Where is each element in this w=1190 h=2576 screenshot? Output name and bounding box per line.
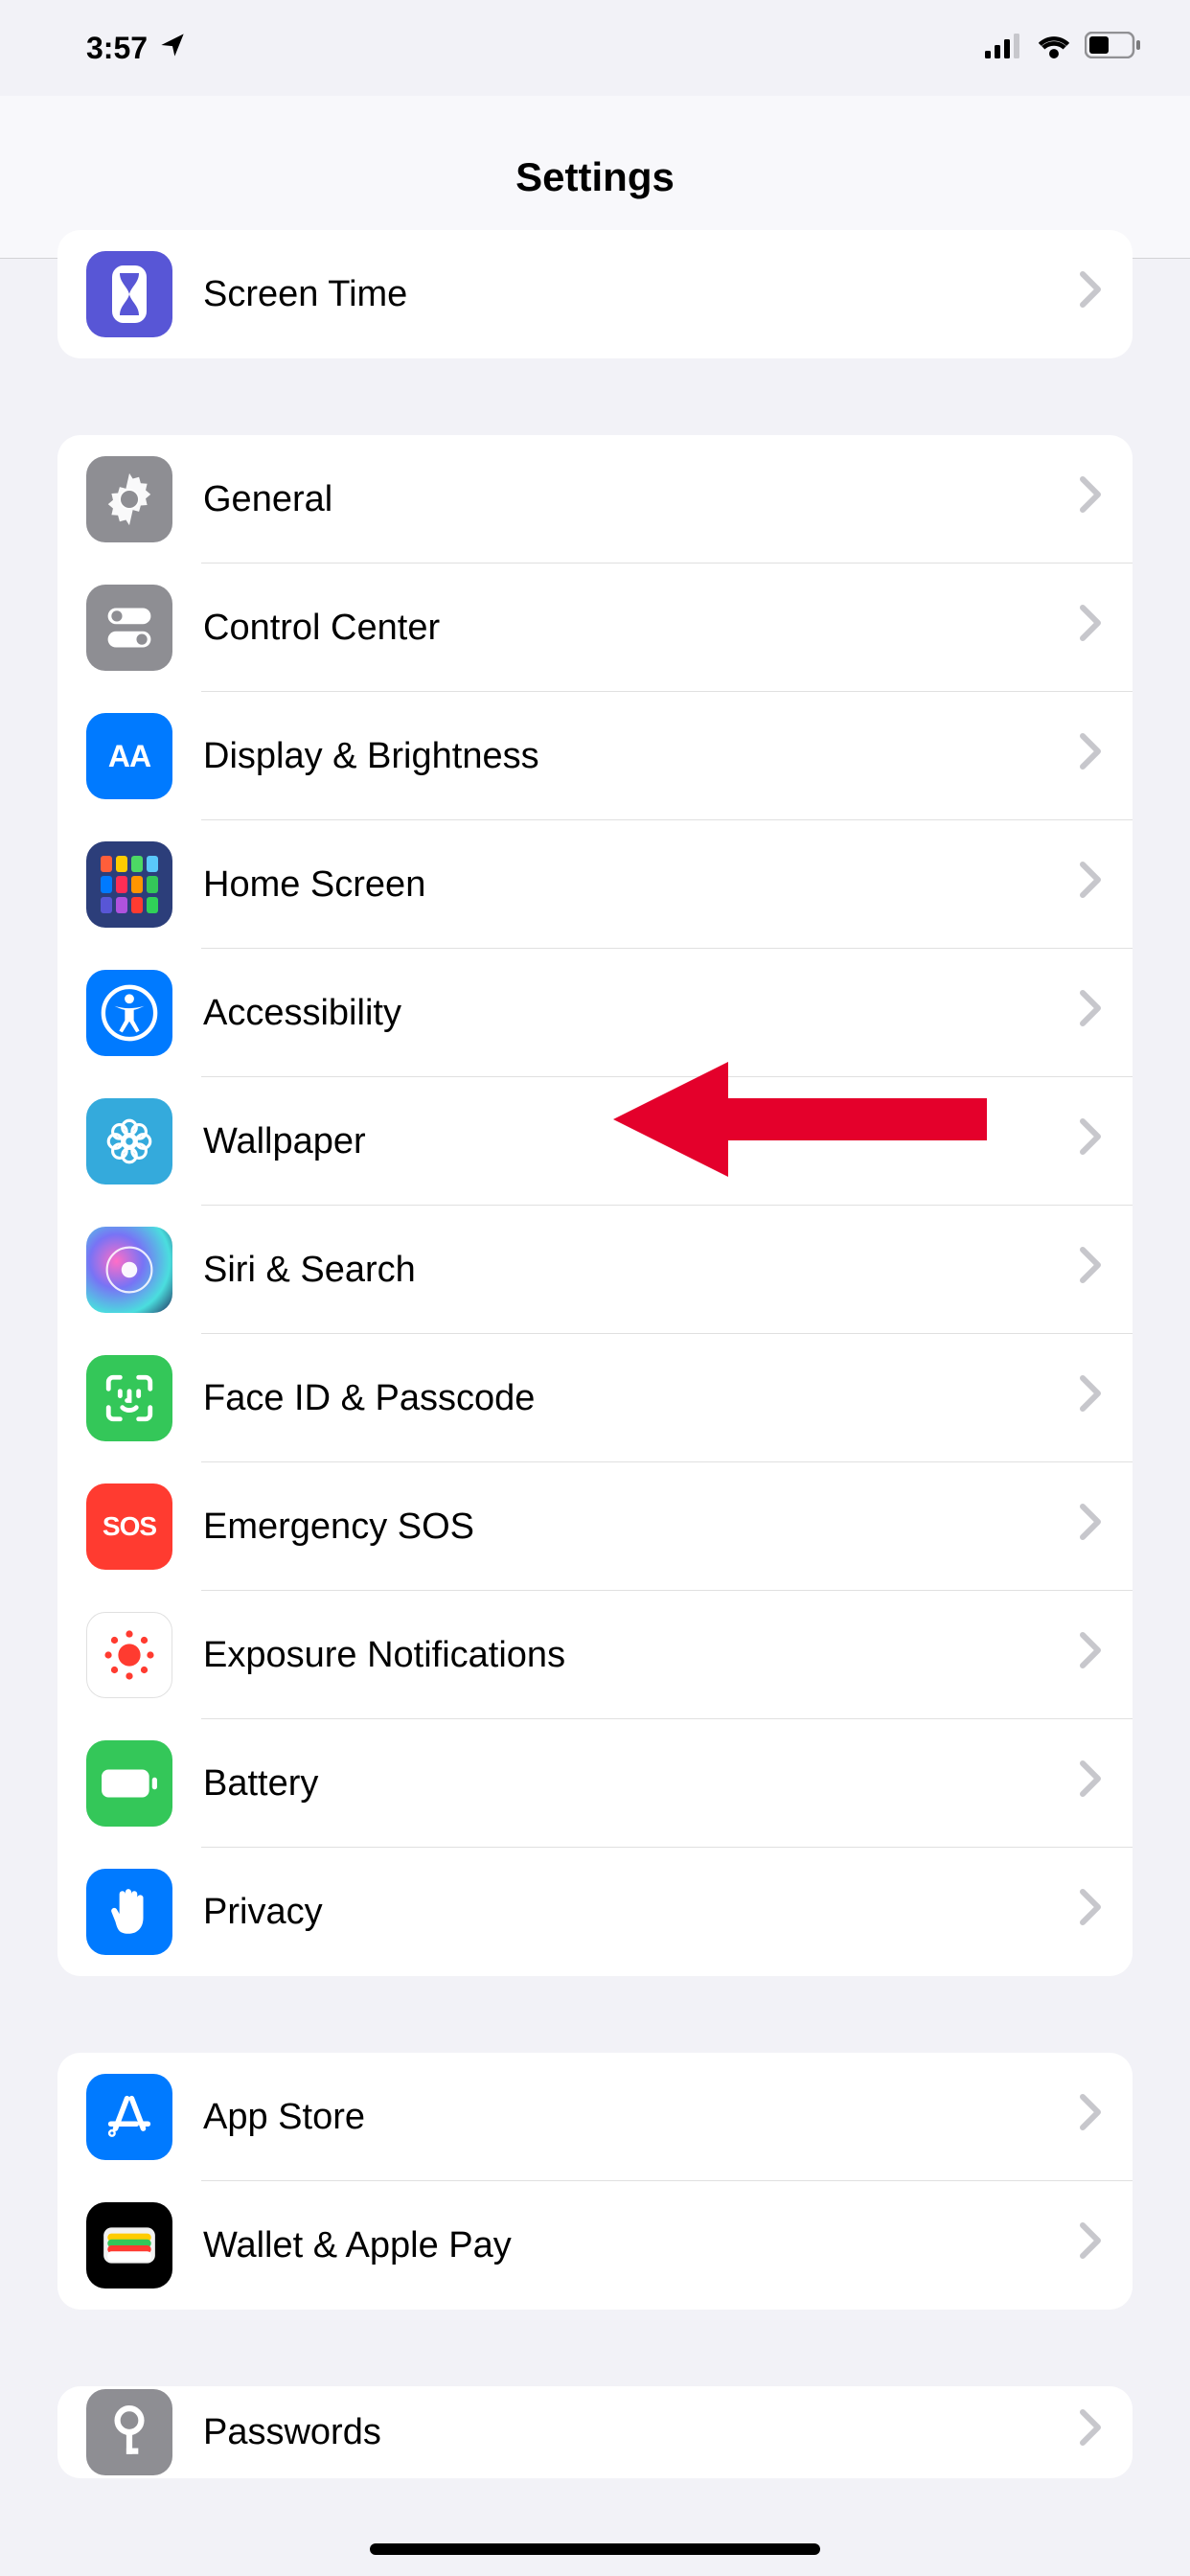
chevron-right-icon [1079, 861, 1102, 908]
settings-content[interactable]: Screen Time General Control Center [0, 230, 1190, 2478]
chevron-right-icon [1079, 1631, 1102, 1679]
row-wallet-apple-pay[interactable]: Wallet & Apple Pay [57, 2181, 1133, 2310]
chevron-right-icon [1079, 989, 1102, 1037]
wallet-icon [86, 2202, 172, 2288]
switches-icon [86, 585, 172, 671]
app-grid-icon [86, 841, 172, 928]
chevron-right-icon [1079, 732, 1102, 780]
row-label: Siri & Search [203, 1250, 1079, 1291]
gear-icon [86, 456, 172, 542]
chevron-right-icon [1079, 475, 1102, 523]
faceid-icon [86, 1355, 172, 1441]
row-label: Control Center [203, 608, 1079, 649]
wifi-icon [1037, 31, 1071, 66]
row-label: Exposure Notifications [203, 1635, 1079, 1676]
home-indicator[interactable] [370, 2543, 820, 2555]
chevron-right-icon [1079, 1503, 1102, 1551]
row-siri-search[interactable]: Siri & Search [57, 1206, 1133, 1334]
chevron-right-icon [1079, 1117, 1102, 1165]
row-label: Screen Time [203, 274, 1079, 315]
chevron-right-icon [1079, 1374, 1102, 1422]
row-label: Wallpaper [203, 1121, 1079, 1162]
sos-icon: SOS [86, 1484, 172, 1570]
row-label: Wallet & Apple Pay [203, 2225, 1079, 2266]
flower-icon [86, 1098, 172, 1184]
status-right [985, 31, 1142, 66]
battery-full-icon [86, 1740, 172, 1827]
row-label: Accessibility [203, 993, 1079, 1034]
row-emergency-sos[interactable]: SOS Emergency SOS [57, 1462, 1133, 1591]
row-passwords[interactable]: Passwords [57, 2386, 1133, 2478]
row-display-brightness[interactable]: AA Display & Brightness [57, 692, 1133, 820]
settings-group-passwords: Passwords [57, 2386, 1133, 2478]
page-title: Settings [515, 154, 675, 200]
row-label: Battery [203, 1763, 1079, 1805]
siri-icon [86, 1227, 172, 1313]
settings-group-usage: Screen Time [57, 230, 1133, 358]
row-label: Home Screen [203, 864, 1079, 906]
chevron-right-icon [1079, 2093, 1102, 2141]
row-app-store[interactable]: App Store [57, 2053, 1133, 2181]
chevron-right-icon [1079, 1760, 1102, 1807]
exposure-icon [86, 1612, 172, 1698]
row-battery[interactable]: Battery [57, 1719, 1133, 1848]
chevron-right-icon [1079, 270, 1102, 318]
appstore-icon [86, 2074, 172, 2160]
row-control-center[interactable]: Control Center [57, 564, 1133, 692]
row-label: App Store [203, 2097, 1079, 2138]
row-label: Passwords [203, 2412, 1079, 2453]
chevron-right-icon [1079, 604, 1102, 652]
chevron-right-icon [1079, 2408, 1102, 2456]
hourglass-icon [86, 251, 172, 337]
row-exposure-notifications[interactable]: Exposure Notifications [57, 1591, 1133, 1719]
hand-icon [86, 1869, 172, 1955]
settings-group-general: General Control Center AA Display & Brig… [57, 435, 1133, 1976]
status-bar: 3:57 [0, 0, 1190, 96]
row-label: Privacy [203, 1892, 1079, 1933]
status-time: 3:57 [86, 31, 148, 66]
key-icon [86, 2389, 172, 2475]
text-size-icon: AA [86, 713, 172, 799]
accessibility-icon [86, 970, 172, 1056]
row-general[interactable]: General [57, 435, 1133, 564]
row-label: General [203, 479, 1079, 520]
row-wallpaper[interactable]: Wallpaper [57, 1077, 1133, 1206]
settings-group-store: App Store Wallet & Apple Pay [57, 2053, 1133, 2310]
battery-icon [1085, 31, 1142, 66]
chevron-right-icon [1079, 1246, 1102, 1294]
chevron-right-icon [1079, 1888, 1102, 1936]
row-label: Face ID & Passcode [203, 1378, 1079, 1419]
row-label: Emergency SOS [203, 1506, 1079, 1548]
chevron-right-icon [1079, 2221, 1102, 2269]
row-screen-time[interactable]: Screen Time [57, 230, 1133, 358]
row-privacy[interactable]: Privacy [57, 1848, 1133, 1976]
row-accessibility[interactable]: Accessibility [57, 949, 1133, 1077]
row-home-screen[interactable]: Home Screen [57, 820, 1133, 949]
cellular-signal-icon [985, 31, 1023, 66]
row-label: Display & Brightness [203, 736, 1079, 777]
location-services-icon [159, 31, 186, 66]
status-left: 3:57 [48, 31, 186, 66]
row-faceid-passcode[interactable]: Face ID & Passcode [57, 1334, 1133, 1462]
